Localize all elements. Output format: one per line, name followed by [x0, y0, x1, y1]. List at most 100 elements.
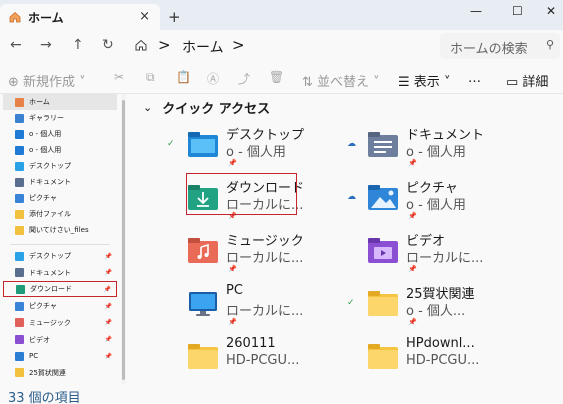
search-icon: ⚲: [545, 38, 554, 51]
sidebar-item-label: ピクチャ: [29, 302, 57, 311]
home-icon: [9, 11, 21, 23]
folder-icon: [15, 368, 24, 378]
pin-icon: 📌: [228, 318, 237, 326]
quick-access-header[interactable]: ⌄ クイック アクセス: [143, 98, 270, 117]
item-name: 260111: [226, 336, 276, 351]
quick-access-item[interactable]: PC ローカルに... 📌: [127, 280, 317, 330]
pin-icon: 📌: [104, 269, 112, 277]
new-label: 新規作成: [23, 75, 76, 90]
search-placeholder: ホームの検索: [450, 42, 528, 57]
pin-icon: 📌: [104, 319, 112, 327]
sidebar-item-label: o - 個人用: [29, 146, 62, 154]
content-pane: ⌄ クイック アクセス ✓ デスクトップ o - 個人用 📌 ☁ ドキュメント o - 個人…: [127, 94, 563, 384]
new-tab-button[interactable]: +: [168, 8, 181, 26]
sidebar-item[interactable]: ドキュメント 📌: [3, 265, 117, 281]
sidebar-item-label: ギャラリー: [29, 114, 64, 122]
sidebar-item[interactable]: ピクチャ: [3, 190, 117, 206]
sidebar-item[interactable]: o - 個人用: [3, 126, 117, 142]
share-icon[interactable]: ⤴: [238, 70, 250, 87]
sidebar-item[interactable]: ギャラリー: [3, 110, 117, 126]
tab-home[interactable]: ホーム ×: [0, 4, 160, 30]
more-button[interactable]: …: [468, 71, 481, 86]
home-outline-icon: [135, 39, 147, 51]
cloud-icon: ☁: [347, 192, 356, 202]
address-bar[interactable]: > ホーム >: [128, 33, 430, 59]
quick-access-item[interactable]: ダウンロード ローカルに... 📌: [127, 173, 317, 224]
breadcrumb-separator[interactable]: >: [232, 36, 245, 54]
item-location: o - 個人用: [406, 145, 466, 160]
pin-icon: 📌: [408, 265, 417, 273]
item-location: ローカルに...: [226, 304, 304, 319]
tab-close-button[interactable]: ×: [139, 9, 150, 24]
cut-icon[interactable]: ✂: [114, 70, 124, 84]
quick-access-item[interactable]: ✓ デスクトップ o - 個人用 📌: [127, 121, 317, 171]
delete-icon[interactable]: 🗑: [269, 70, 284, 84]
sidebar-item[interactable]: ホーム: [3, 94, 117, 110]
breadcrumb-separator[interactable]: >: [158, 36, 171, 54]
search-box[interactable]: ホームの検索 ⚲: [440, 33, 560, 59]
quick-access-item[interactable]: ビデオ ローカルに... 📌: [307, 227, 497, 277]
sidebar-item[interactable]: 25賀状関連: [3, 365, 117, 381]
pin-icon: 📌: [408, 318, 417, 326]
quick-access-item[interactable]: ミュージック ローカルに... 📌: [127, 227, 317, 277]
sidebar-item-label: デスクトップ: [29, 252, 71, 260]
quick-access-title: クイック アクセス: [162, 102, 271, 117]
pin-icon: 📌: [104, 302, 112, 310]
view-label: 表示: [413, 75, 440, 90]
video-icon: [15, 335, 24, 344]
sidebar-item[interactable]: ダウンロード 📌: [3, 281, 117, 298]
sidebar-item-label: ダウンロード: [30, 285, 72, 294]
quick-access-item[interactable]: ✓ 25賀状関連 o - 個人... 📌: [307, 280, 497, 330]
sidebar-item[interactable]: ミュージック 📌: [3, 315, 117, 331]
new-button[interactable]: ⊕ 新規作成 ˅: [8, 71, 86, 90]
breadcrumb-home[interactable]: ホーム: [182, 37, 224, 57]
details-button[interactable]: ▭ 詳細: [506, 71, 548, 90]
refresh-button[interactable]: ↻: [102, 37, 114, 53]
sidebar-item[interactable]: 添付ファイル: [3, 206, 117, 222]
sidebar-scrollbar[interactable]: [121, 94, 126, 384]
quick-access-item[interactable]: 260111 HD-PCGU...: [127, 333, 317, 383]
quick-access-item[interactable]: ☁ ドキュメント o - 個人用 📌: [307, 121, 497, 171]
minimize-button[interactable]: —: [470, 4, 482, 18]
copy-icon[interactable]: ⧉: [146, 70, 155, 85]
quick-access-item[interactable]: ☁ ピクチャ o - 個人用 📌: [307, 174, 497, 224]
folder-icon: [368, 291, 398, 316]
quick-access-item[interactable]: HPdownl... HD-PCGU...: [307, 333, 497, 383]
pc-icon: [15, 351, 24, 361]
folder-icon: [368, 344, 398, 369]
scrollbar-thumb[interactable]: [122, 100, 125, 380]
sidebar-item[interactable]: ビデオ 📌: [3, 332, 117, 348]
sidebar-item-label: PC: [29, 352, 39, 361]
back-button[interactable]: ←: [10, 37, 22, 53]
up-button[interactable]: ↑: [72, 37, 84, 53]
sidebar-item-label: 25賀状関連: [29, 368, 66, 377]
sort-button[interactable]: ⇅ 並べ替え ˅: [302, 71, 380, 90]
pin-icon: 📌: [228, 159, 237, 167]
documents-icon: [15, 177, 24, 187]
sidebar-item[interactable]: デスクトップ: [3, 158, 117, 174]
maximize-button[interactable]: ☐: [512, 4, 523, 18]
item-location: HD-PCGU...: [226, 353, 300, 368]
view-button[interactable]: ☰ 表示 ˅: [398, 71, 450, 90]
pin-icon: 📌: [408, 159, 417, 167]
sidebar-item[interactable]: PC 📌: [3, 348, 117, 364]
sidebar-item[interactable]: o - 個人用: [3, 142, 117, 158]
pictures-icon: [15, 301, 24, 311]
paste-icon[interactable]: 📋: [176, 70, 191, 84]
documents-icon: [15, 268, 24, 278]
music-folder-icon: [188, 238, 218, 263]
sidebar-item[interactable]: デスクトップ 📌: [3, 248, 117, 264]
sidebar-item-label: ミュージック: [29, 318, 71, 327]
sidebar-item[interactable]: 聞いてけさい_files: [3, 222, 117, 238]
folder-icon: [15, 225, 24, 235]
chevron-down-icon[interactable]: ⌄: [143, 101, 152, 114]
sidebar-item[interactable]: ドキュメント: [3, 174, 117, 190]
forward-button[interactable]: →: [40, 37, 52, 53]
item-location: o - 個人用: [226, 145, 286, 160]
sidebar-item[interactable]: ピクチャ 📌: [3, 298, 117, 314]
rename-icon[interactable]: Ⓐ: [207, 70, 219, 87]
item-location: ローカルに...: [226, 251, 304, 266]
close-window-button[interactable]: ✕: [546, 4, 556, 18]
sidebar-item-label: デスクトップ: [29, 162, 71, 170]
item-name: PC: [226, 283, 243, 298]
